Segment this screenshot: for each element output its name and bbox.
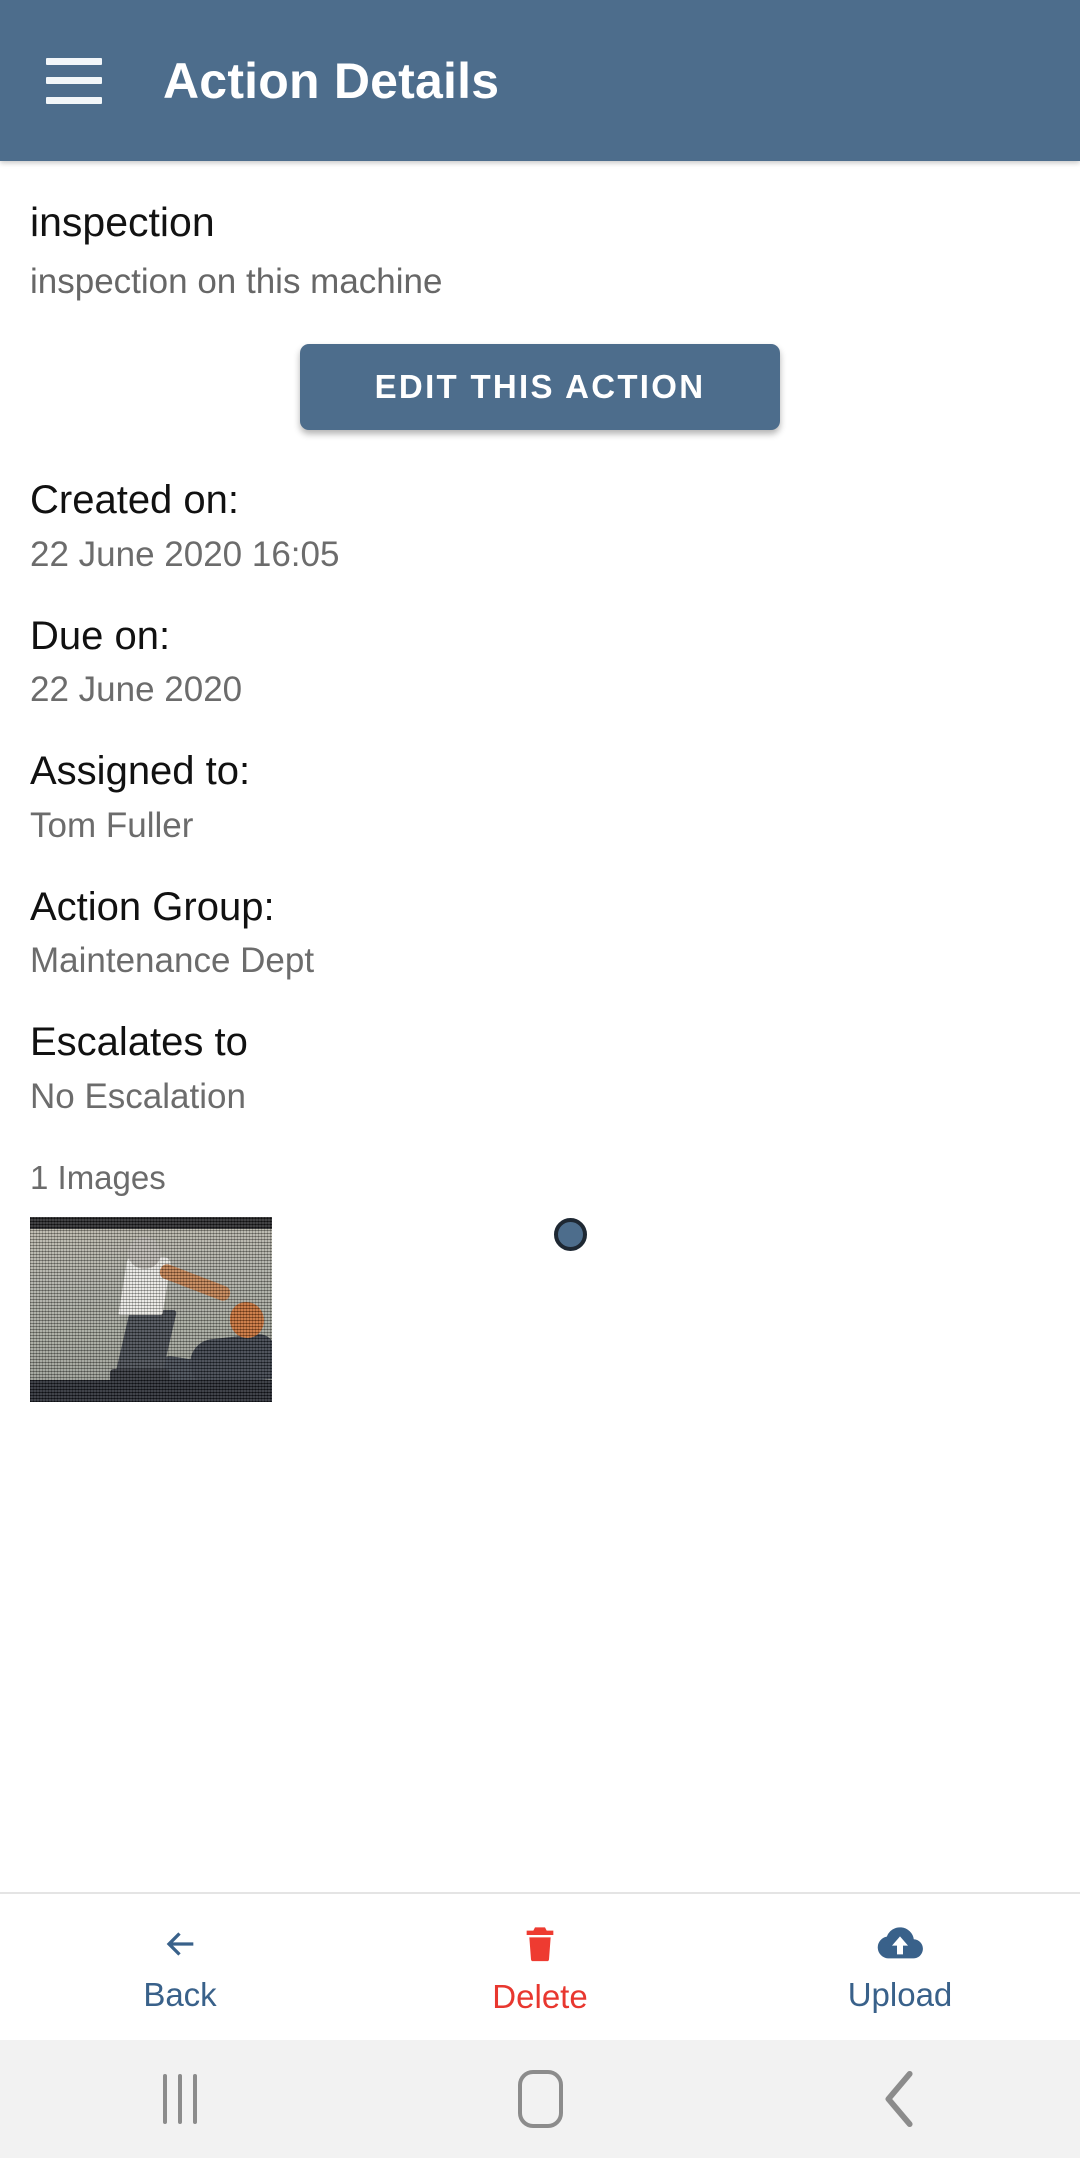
bottom-action-bar: Back Delete Upload <box>0 1892 1080 2040</box>
delete-button-label: Delete <box>492 1977 588 2015</box>
photo-standing-person-head <box>128 1236 161 1269</box>
nav-recents-button[interactable] <box>0 2074 360 2124</box>
page-title: Action Details <box>163 52 500 109</box>
upload-button[interactable]: Upload <box>720 1924 1080 2011</box>
recents-bar <box>163 2074 167 2124</box>
field-value: No Escalation <box>30 1076 246 1116</box>
detail-field-assigned-to: Assigned to: Tom Fuller <box>30 748 1050 845</box>
field-value: Maintenance Dept <box>30 941 315 981</box>
detail-fields: Created on: 22 June 2020 16:05 Due on: 2… <box>30 477 1050 1116</box>
hamburger-menu-icon[interactable] <box>46 57 102 104</box>
field-label: Action Group: <box>30 884 275 929</box>
edit-button-container: EDIT THIS ACTION <box>30 344 1050 431</box>
field-value: Tom Fuller <box>30 805 194 845</box>
hamburger-bar <box>46 96 102 104</box>
detail-field-created-on: Created on: 22 June 2020 16:05 <box>30 477 1050 574</box>
detail-field-due-on: Due on: 22 June 2020 <box>30 613 1050 710</box>
image-gallery <box>30 1216 1050 1432</box>
detail-field-escalates-to: Escalates to No Escalation <box>30 1019 1050 1116</box>
field-value: 22 June 2020 <box>30 670 243 710</box>
nav-home-button[interactable] <box>360 2070 720 2128</box>
attachment-thumbnail[interactable] <box>30 1216 272 1402</box>
recents-bar <box>178 2074 182 2124</box>
trash-icon <box>526 1926 554 1961</box>
nav-back-button[interactable] <box>720 2070 1080 2128</box>
hamburger-bar <box>46 77 102 84</box>
recents-icon <box>163 2074 197 2124</box>
thumbnail-photo <box>30 1216 272 1402</box>
back-button[interactable]: Back <box>0 1924 360 2011</box>
phone-screen: Action Details inspection inspection on … <box>0 0 1080 2158</box>
recents-bar <box>193 2074 197 2124</box>
action-description: inspection on this machine <box>30 262 443 302</box>
field-label: Escalates to <box>30 1020 248 1065</box>
photo-top-edge <box>30 1216 272 1229</box>
detail-field-action-group: Action Group: Maintenance Dept <box>30 884 1050 981</box>
cloud-upload-icon <box>877 1926 923 1958</box>
field-label: Due on: <box>30 613 171 658</box>
home-icon <box>517 2070 563 2128</box>
action-name: inspection <box>30 199 215 245</box>
upload-button-label: Upload <box>847 1975 953 2013</box>
photo-ground-person-head <box>230 1301 264 1338</box>
app-bar: Action Details <box>0 0 1080 161</box>
content-area: inspection inspection on this machine ED… <box>0 161 1080 1892</box>
arrow-left-icon <box>166 1931 194 1956</box>
back-chevron-icon <box>885 2070 913 2128</box>
android-nav-bar <box>0 2040 1080 2158</box>
hamburger-bar <box>46 57 102 65</box>
delete-button[interactable]: Delete <box>360 1922 720 2013</box>
images-count-label: 1 Images <box>30 1158 166 1196</box>
back-button-label: Back <box>143 1975 217 2013</box>
photo-bottom-edge <box>30 1379 272 1402</box>
edit-this-action-button[interactable]: EDIT THIS ACTION <box>300 344 780 431</box>
carousel-indicator-dot[interactable] <box>554 1217 587 1251</box>
field-label: Created on: <box>30 478 240 523</box>
field-value: 22 June 2020 16:05 <box>30 534 340 574</box>
field-label: Assigned to: <box>30 749 251 794</box>
